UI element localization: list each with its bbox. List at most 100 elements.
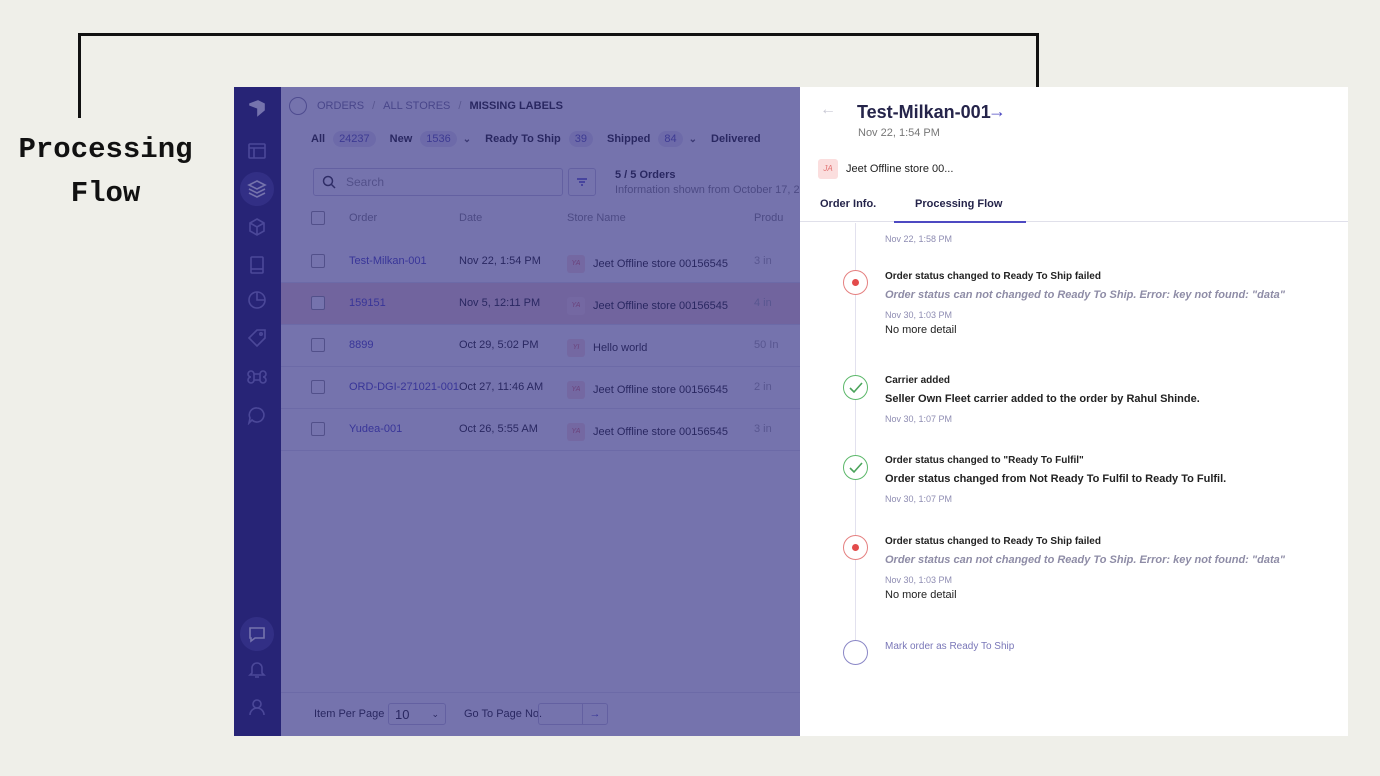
order-date: Nov 5, 12:11 PM	[459, 297, 541, 309]
select-all-checkbox[interactable]	[311, 211, 325, 225]
filter-ready-to-ship[interactable]: Ready To Ship 39	[485, 131, 593, 147]
event-time: Nov 22, 1:58 PM	[885, 234, 953, 244]
event-message: Seller Own Fleet carrier added to the or…	[885, 393, 1200, 405]
order-id[interactable]: 159151	[349, 297, 386, 309]
breadcrumb-item[interactable]: ORDERS	[317, 100, 364, 112]
timeline-event: Mark order as Ready To Ship	[885, 641, 1014, 652]
filter-icon	[577, 178, 587, 186]
table-row[interactable]: ORD-DGI-271021-001 Oct 27, 11:46 AM YA Je…	[281, 367, 800, 409]
search-placeholder: Search	[346, 175, 385, 189]
avatar: JA	[818, 159, 838, 179]
order-date: Oct 26, 5:55 AM	[459, 423, 538, 435]
filter-label: All	[311, 133, 326, 145]
page-number-input[interactable]	[538, 703, 582, 725]
table-row[interactable]: 8899 Oct 29, 5:02 PM YI Hello world 50 In	[281, 325, 800, 367]
products-count: 50 In	[754, 339, 779, 351]
column-header[interactable]: Order	[349, 212, 377, 224]
tag-icon[interactable]	[246, 327, 268, 349]
items-per-page-label: Item Per Page	[314, 708, 385, 720]
analytics-icon[interactable]	[246, 289, 268, 311]
row-checkbox[interactable]	[311, 338, 325, 352]
breadcrumb-item[interactable]: ALL STORES	[383, 100, 450, 112]
table-row[interactable]: Test-Milkan-001 Nov 22, 1:54 PM YA Jeet O…	[281, 241, 800, 283]
filter-label: Shipped	[607, 133, 651, 145]
dashboard-icon[interactable]	[246, 140, 268, 162]
filter-new[interactable]: New 1536 ⌄	[390, 131, 471, 147]
chevron-down-icon: ⌄	[431, 709, 439, 719]
row-checkbox[interactable]	[311, 296, 325, 310]
order-id[interactable]: 8899	[349, 339, 373, 351]
pagination: Item Per Page 10 ⌄ Go To Page No. →	[281, 692, 800, 736]
table-row[interactable]: 159151 Nov 5, 12:11 PM YA Jeet Offline st…	[281, 283, 800, 325]
tab-processing-flow[interactable]: Processing Flow	[894, 198, 1027, 223]
annotation-line2: Flow	[70, 177, 141, 210]
annotation-connector	[78, 33, 1039, 36]
chat-icon[interactable]	[246, 404, 268, 426]
table-header: Order Date Store Name Produ	[311, 207, 800, 231]
timeline-timestamp: Nov 22, 1:58 PM	[885, 234, 952, 244]
bell-icon[interactable]	[246, 658, 268, 680]
pending-status-icon	[843, 640, 868, 665]
event-extra: No more detail	[885, 589, 957, 601]
order-detail-panel: ← Test-Milkan-001 → Nov 22, 1:54 PM JA J…	[800, 87, 1348, 736]
event-time: Nov 30, 1:03 PM	[885, 575, 953, 585]
column-header[interactable]: Produ	[754, 212, 783, 224]
filter-shipped[interactable]: Shipped 84 ⌄	[607, 131, 697, 147]
chevron-down-icon[interactable]: ⌄	[689, 134, 697, 145]
filter-button[interactable]	[568, 168, 596, 196]
user-icon[interactable]	[246, 696, 268, 718]
products-count: 3 in	[754, 255, 772, 267]
avatar: YA	[567, 255, 585, 273]
store-name: Hello world	[593, 341, 648, 354]
chevron-down-icon[interactable]: ⌄	[463, 134, 471, 145]
annotation-connector	[78, 33, 81, 118]
logo-icon[interactable]	[246, 97, 268, 119]
previous-order-button[interactable]: ←	[820, 101, 836, 119]
breadcrumb: ORDERS / ALL STORES / MISSING LABELS	[289, 97, 563, 115]
go-button[interactable]: →	[582, 703, 608, 725]
box-icon[interactable]	[246, 216, 268, 238]
products-count: 3 in	[754, 423, 772, 435]
order-title: Test-Milkan-001	[857, 102, 991, 122]
filter-count: 1536	[420, 131, 457, 147]
filter-count: 39	[568, 131, 593, 147]
timeline-event: Order status changed to "Ready To Fulfil…	[885, 455, 1226, 504]
order-date: Nov 22, 1:54 PM	[459, 255, 541, 267]
collapse-toggle[interactable]	[289, 97, 307, 115]
items-per-page-select[interactable]: 10 ⌄	[388, 703, 446, 725]
catalog-icon[interactable]	[246, 254, 268, 276]
failed-status-icon	[843, 535, 868, 560]
message-icon[interactable]	[240, 617, 274, 651]
table-row[interactable]: Yudea-001 Oct 26, 5:55 AM YA Jeet Offline…	[281, 409, 800, 451]
avatar: YA	[567, 381, 585, 399]
row-checkbox[interactable]	[311, 422, 325, 436]
filter-delivered[interactable]: Delivered	[711, 133, 761, 145]
store-cell: YA Jeet Offline store 00156545	[567, 255, 728, 273]
orders-info: Information shown from October 17, 20	[615, 184, 806, 196]
store-info: JA Jeet Offline store 00...	[818, 159, 953, 179]
orders-icon[interactable]	[240, 172, 274, 206]
order-id[interactable]: Test-Milkan-001	[349, 255, 427, 267]
filter-all[interactable]: All 24237	[311, 131, 376, 147]
event-title: Carrier added	[885, 375, 951, 386]
search-input[interactable]: Search	[313, 168, 563, 196]
tab-order-info[interactable]: Order Info.	[820, 198, 876, 210]
next-order-button[interactable]: →	[988, 101, 1006, 122]
event-title: Order status changed to Ready To Ship fa…	[885, 271, 1101, 282]
row-checkbox[interactable]	[311, 254, 325, 268]
command-icon[interactable]	[246, 366, 268, 388]
avatar: YI	[567, 339, 585, 357]
breadcrumb-separator: /	[372, 100, 376, 112]
go-to-page-label: Go To Page No.	[464, 708, 543, 720]
column-header[interactable]: Store Name	[567, 212, 626, 224]
store-cell: YA Jeet Offline store 00156545	[567, 381, 728, 399]
event-time: Nov 30, 1:07 PM	[885, 414, 953, 424]
row-checkbox[interactable]	[311, 380, 325, 394]
column-header[interactable]: Date	[459, 212, 482, 224]
items-per-page-value: 10	[395, 707, 410, 722]
success-check-icon	[843, 455, 868, 480]
order-date: Oct 29, 5:02 PM	[459, 339, 539, 351]
order-id[interactable]: ORD-DGI-271021-001	[349, 381, 459, 393]
order-id[interactable]: Yudea-001	[349, 423, 402, 435]
annotation-label: Processing Flow	[8, 128, 203, 216]
